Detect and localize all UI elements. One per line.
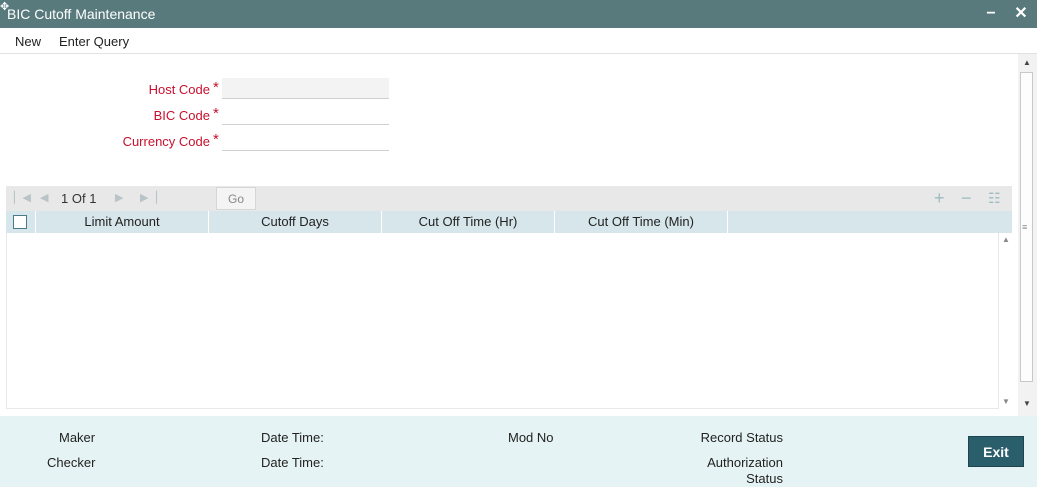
exit-button[interactable]: Exit: [968, 436, 1024, 467]
scroll-down-icon[interactable]: ▼: [1023, 399, 1031, 408]
bic-code-label: BIC Code: [153, 108, 210, 123]
select-all-cell: [6, 211, 36, 233]
first-page-icon[interactable]: ▏◀: [14, 191, 31, 204]
close-button[interactable]: ✕: [1011, 3, 1031, 25]
currency-code-input[interactable]: [222, 130, 389, 151]
column-header-cutoff-minute[interactable]: Cut Off Time (Min): [555, 211, 728, 233]
last-page-icon[interactable]: ▶▕: [140, 191, 157, 204]
maker-label: Maker: [59, 430, 96, 445]
scroll-up-icon[interactable]: ▲: [1023, 58, 1031, 67]
maker-date-time-label: Date Time:: [261, 430, 324, 445]
grid-header: Limit Amount Cutoff Days Cut Off Time (H…: [6, 211, 1012, 233]
host-code-required-mark: *: [213, 79, 219, 96]
previous-page-icon[interactable]: ◀: [40, 191, 48, 204]
window-title: BIC Cutoff Maintenance: [7, 6, 156, 22]
select-all-checkbox[interactable]: [13, 215, 27, 229]
grid-body: [6, 233, 999, 409]
currency-code-label: Currency Code: [122, 134, 210, 149]
of-label: Of: [71, 191, 86, 206]
next-page-icon[interactable]: ▶: [115, 191, 123, 204]
mod-no-label: Mod No: [508, 430, 554, 445]
list-view-icon[interactable]: ☷: [988, 188, 1001, 208]
delete-row-icon[interactable]: −: [961, 188, 972, 208]
menu-bar: New Enter Query: [0, 28, 1037, 54]
authorization-status-label: Authorization: [707, 455, 783, 470]
host-code-label: Host Code: [148, 82, 210, 97]
minimize-button[interactable]: −: [981, 3, 1001, 25]
record-status-label: Record Status: [700, 430, 783, 445]
audit-footer: [0, 416, 1037, 487]
page-scrollbar[interactable]: ▲ ≡ ▼: [1018, 54, 1037, 416]
column-header-cutoff-days[interactable]: Cutoff Days: [209, 211, 382, 233]
scrollbar-grip-icon: ≡: [1022, 222, 1028, 232]
bic-code-input[interactable]: [222, 104, 389, 125]
go-button[interactable]: Go: [216, 187, 256, 210]
scroll-down-icon[interactable]: ▼: [1002, 397, 1010, 406]
title-bar: ✥ BIC Cutoff Maintenance − ✕: [0, 0, 1037, 28]
grid-scrollbar[interactable]: ▲ ▼: [998, 233, 1013, 408]
host-code-input[interactable]: [222, 78, 389, 99]
total-pages: 1: [89, 191, 97, 206]
grid-toolbar: ▏◀ ◀ 1 Of 1 ▶ ▶▕ Go + − ☷: [6, 186, 1012, 211]
pagination-text: 1 Of 1: [61, 191, 96, 206]
scroll-up-icon[interactable]: ▲: [1002, 235, 1010, 244]
column-header-cutoff-hour[interactable]: Cut Off Time (Hr): [382, 211, 555, 233]
add-row-icon[interactable]: +: [934, 188, 945, 208]
enter-query-menu-item[interactable]: Enter Query: [59, 34, 129, 49]
bic-code-required-mark: *: [213, 105, 219, 122]
currency-code-required-mark: *: [213, 131, 219, 148]
authorization-status-label-line2: Status: [746, 471, 783, 486]
checker-label: Checker: [47, 455, 96, 470]
checker-date-time-label: Date Time:: [261, 455, 324, 470]
current-page: 1: [61, 191, 69, 206]
new-menu-item[interactable]: New: [15, 34, 41, 49]
column-header-limit-amount[interactable]: Limit Amount: [36, 211, 209, 233]
